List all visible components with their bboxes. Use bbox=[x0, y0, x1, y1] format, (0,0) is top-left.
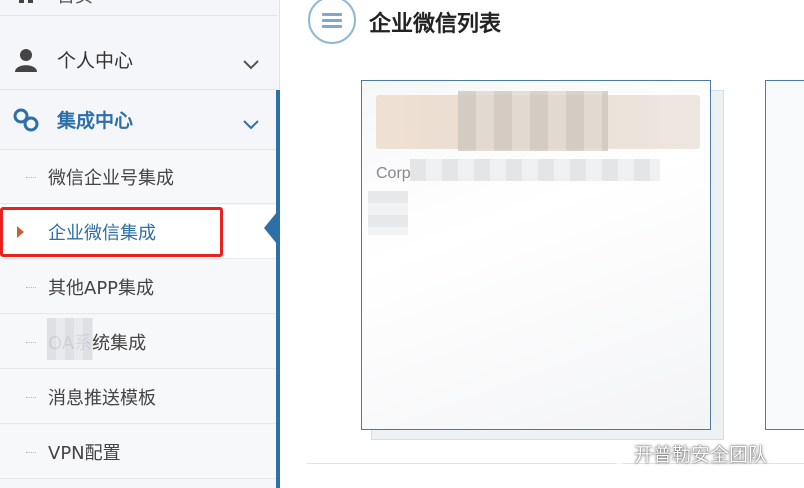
sidebar-subitem-vpn[interactable]: VPN配置 bbox=[0, 425, 277, 479]
tree-line bbox=[26, 176, 36, 178]
home-icon bbox=[13, 0, 39, 7]
redaction-mosaic bbox=[47, 318, 93, 360]
menu-toggle-button[interactable] bbox=[308, 0, 356, 44]
chevron-down-icon bbox=[243, 55, 259, 69]
sidebar-subitem-other-app[interactable]: 其他APP集成 bbox=[0, 260, 277, 314]
sidebar-item-home[interactable]: 首页 bbox=[0, 0, 277, 16]
sidebar-subitem-label: 其他APP集成 bbox=[48, 277, 155, 299]
tree-line bbox=[26, 451, 36, 453]
page-title: 企业微信列表 bbox=[369, 12, 502, 37]
sidebar: 首页 个人中心 集成中心 微信企业号集成 企业微信集成 其他APP集成 bbox=[0, 0, 280, 488]
sidebar-subitem-label: 微信企业号集成 bbox=[48, 167, 174, 189]
active-rail bbox=[276, 90, 280, 488]
sidebar-item-label: 集成中心 bbox=[57, 110, 134, 132]
redaction-mosaic bbox=[458, 91, 608, 151]
tree-line bbox=[26, 286, 36, 288]
sidebar-subitem-oa[interactable]: OA系统集成 bbox=[0, 315, 277, 369]
wechat-icon bbox=[602, 443, 628, 464]
menu-icon bbox=[322, 12, 342, 28]
tree-line bbox=[26, 341, 36, 343]
active-pointer-icon bbox=[264, 212, 277, 244]
sidebar-item-integration[interactable]: 集成中心 bbox=[0, 90, 277, 150]
sidebar-item-label: 首页 bbox=[57, 0, 93, 8]
redaction-mosaic bbox=[368, 191, 408, 235]
sidebar-subitem-wecom[interactable]: 企业微信集成 bbox=[0, 205, 277, 259]
sidebar-subitem-label: 企业微信集成 bbox=[48, 222, 156, 244]
sidebar-subitem-label: VPN配置 bbox=[48, 442, 121, 464]
card-corp-label: Corp bbox=[376, 165, 411, 182]
sidebar-item-personal[interactable]: 个人中心 bbox=[0, 30, 277, 90]
link-icon bbox=[13, 107, 39, 133]
watermark-text: 开普勒安全团队 bbox=[634, 444, 768, 466]
sidebar-subitem-push-template[interactable]: 消息推送模板 bbox=[0, 370, 277, 424]
main-content: 企业微信列表 Corp bbox=[281, 0, 804, 488]
wecom-card-partial[interactable] bbox=[765, 80, 804, 430]
watermark: 开普勒安全团队 bbox=[602, 440, 767, 467]
user-icon bbox=[13, 47, 39, 73]
sidebar-item-label: 个人中心 bbox=[57, 50, 134, 72]
redaction-mosaic bbox=[410, 159, 660, 181]
wecom-card[interactable]: Corp bbox=[361, 80, 711, 430]
sidebar-subitem-label: 消息推送模板 bbox=[48, 387, 156, 409]
tree-line bbox=[26, 396, 36, 398]
sidebar-subitem-wechat-enterprise[interactable]: 微信企业号集成 bbox=[0, 150, 277, 204]
caret-right-icon bbox=[17, 225, 24, 238]
chevron-down-icon bbox=[243, 115, 259, 129]
